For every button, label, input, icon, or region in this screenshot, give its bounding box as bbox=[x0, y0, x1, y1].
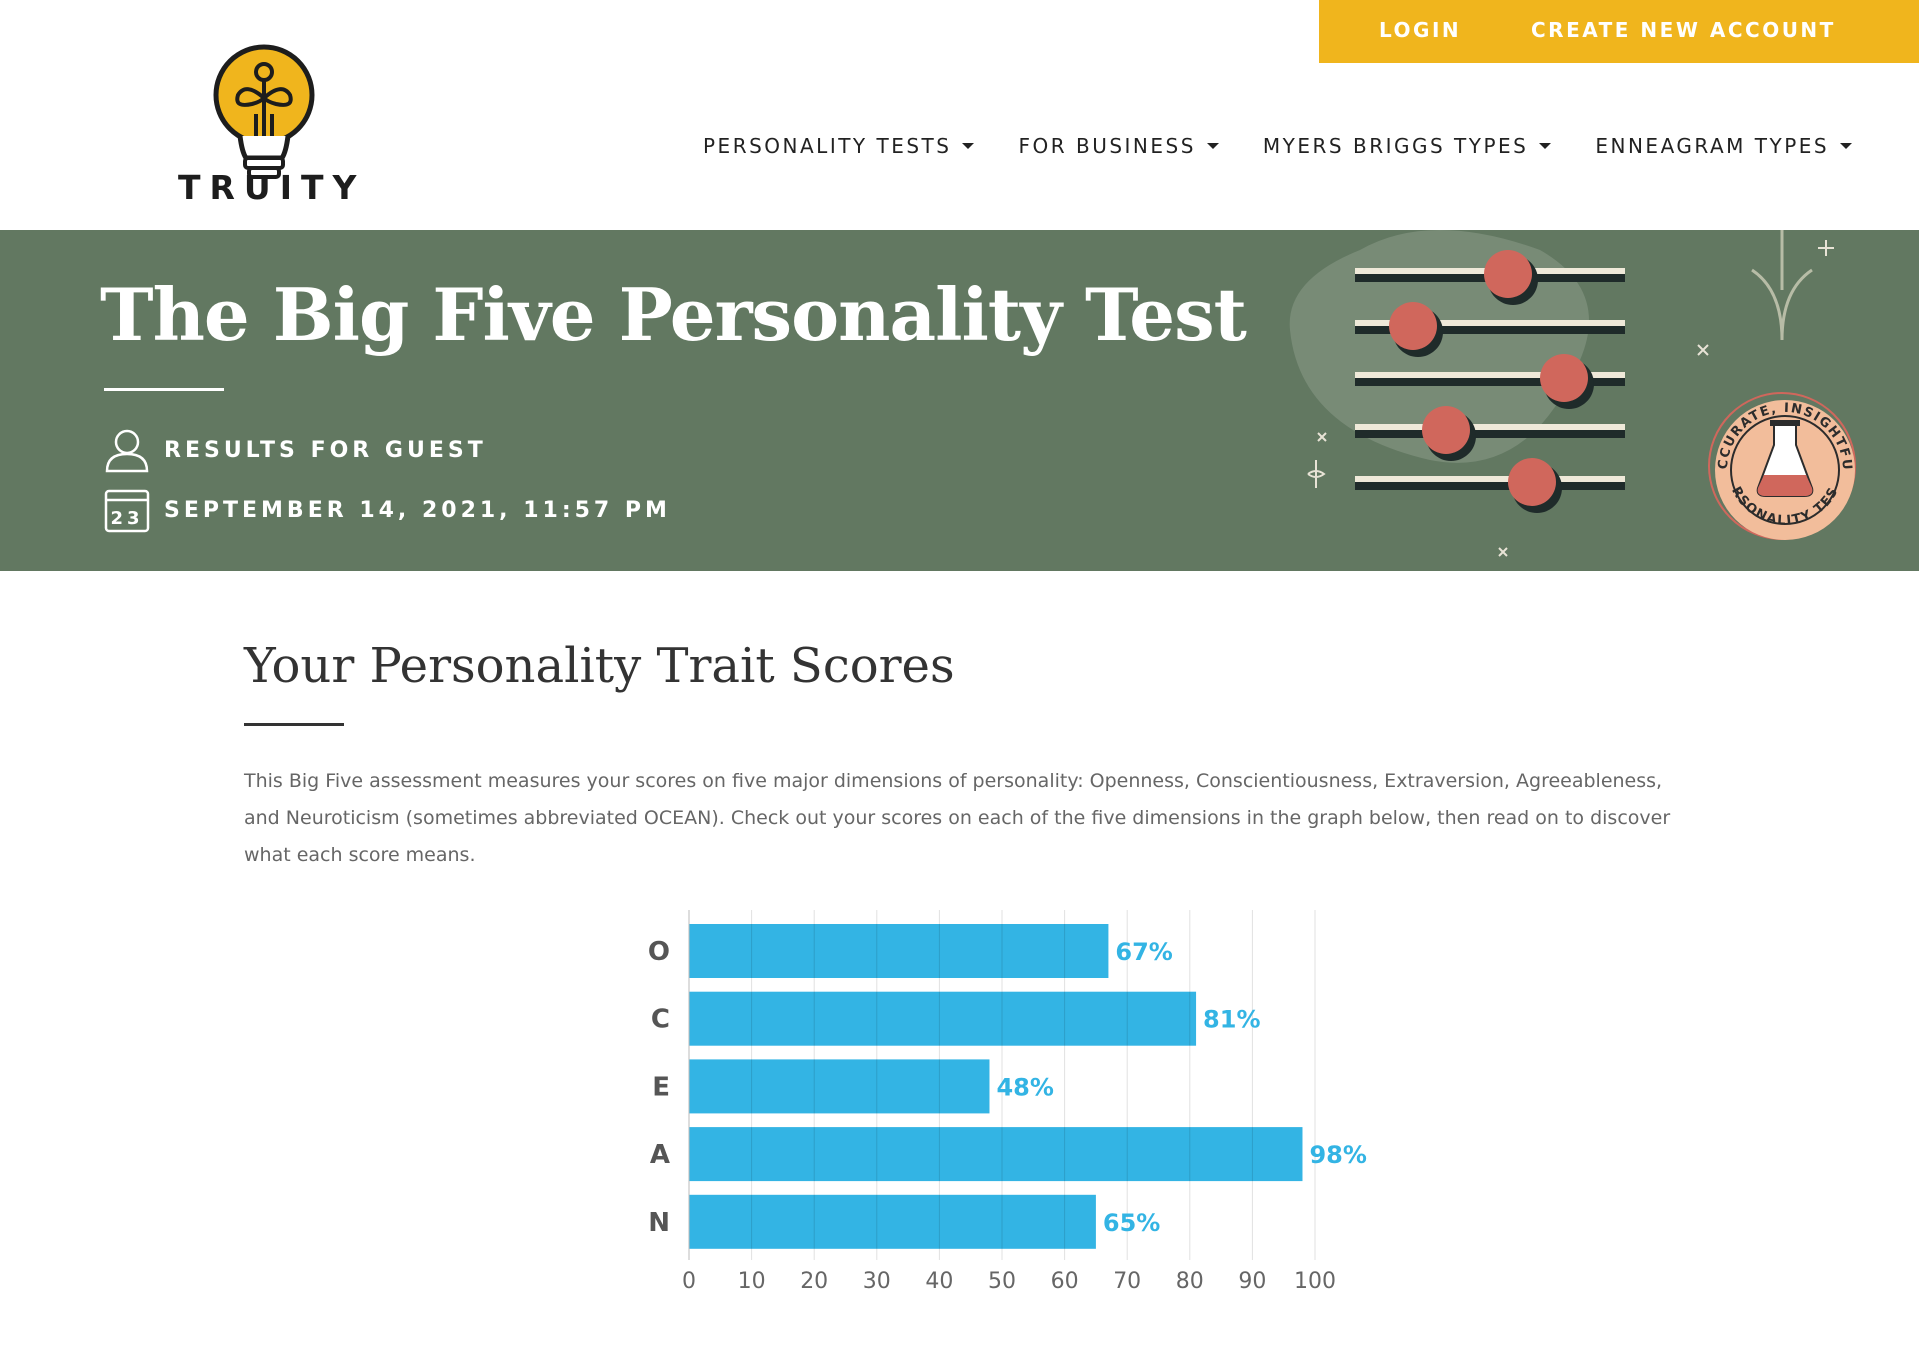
nav-personality-tests[interactable]: PERSONALITY TESTS bbox=[703, 134, 975, 158]
nav-for-business[interactable]: FOR BUSINESS bbox=[1018, 134, 1219, 158]
nav-label: MYERS BRIGGS TYPES bbox=[1262, 134, 1529, 158]
x-tick-label: 10 bbox=[738, 1269, 766, 1294]
bar-n bbox=[689, 1194, 1096, 1249]
x-tick-label: 60 bbox=[1051, 1269, 1079, 1294]
caret-down-icon bbox=[1539, 143, 1552, 149]
caret-down-icon bbox=[962, 143, 975, 149]
create-account-link[interactable]: CREATE NEW ACCOUNT bbox=[1531, 18, 1836, 42]
x-tick-label: 100 bbox=[1294, 1269, 1336, 1294]
page-title: The Big Five Personality Test bbox=[100, 272, 1247, 357]
nav-label: ENNEAGRAM TYPES bbox=[1595, 134, 1830, 158]
intro-paragraph: This Big Five assessment measures your s… bbox=[244, 770, 1671, 866]
nav-myers-briggs-types[interactable]: MYERS BRIGGS TYPES bbox=[1262, 134, 1552, 158]
hero-banner: The Big Five Personality Test RESULTS FO… bbox=[0, 230, 1919, 571]
nav-label: PERSONALITY TESTS bbox=[703, 134, 952, 158]
calendar-day: 23 bbox=[110, 508, 143, 529]
trait-scores-chart: 0 10 20 30 40 50 60 70 80 90 100 O 67% C 81% E 48% A 98% N 6… bbox=[648, 910, 1367, 1294]
user-icon bbox=[105, 429, 149, 473]
x-tick-label: 70 bbox=[1113, 1269, 1141, 1294]
x-tick-label: 50 bbox=[988, 1269, 1016, 1294]
logo-wordmark: TRUITY bbox=[178, 168, 366, 207]
x-tick-label: 80 bbox=[1176, 1269, 1204, 1294]
value-label: 65% bbox=[1103, 1209, 1160, 1237]
account-bar: LOGIN CREATE NEW ACCOUNT bbox=[1319, 0, 1919, 63]
results-date: SEPTEMBER 14, 2021, 11:57 PM bbox=[164, 497, 671, 523]
arrow-down-icon bbox=[1751, 230, 1813, 341]
caret-down-icon bbox=[1840, 143, 1853, 149]
bar-c bbox=[689, 991, 1197, 1046]
bar-a bbox=[689, 1127, 1303, 1182]
category-label: C bbox=[651, 1005, 670, 1035]
results-for-label: RESULTS FOR GUEST bbox=[164, 437, 487, 463]
x-tick-label: 0 bbox=[682, 1269, 696, 1294]
main-nav: PERSONALITY TESTS FOR BUSINESS MYERS BRI… bbox=[703, 134, 1896, 158]
nav-enneagram-types[interactable]: ENNEAGRAM TYPES bbox=[1595, 134, 1853, 158]
title-divider bbox=[104, 388, 224, 391]
bar-e bbox=[689, 1059, 990, 1114]
category-label: O bbox=[648, 937, 670, 967]
value-label: 67% bbox=[1115, 938, 1172, 966]
nav-label: FOR BUSINESS bbox=[1018, 134, 1196, 158]
x-tick-label: 90 bbox=[1238, 1269, 1266, 1294]
value-label: 48% bbox=[996, 1073, 1053, 1101]
x-tick-label: 30 bbox=[863, 1269, 891, 1294]
calendar-icon: 23 bbox=[104, 489, 150, 533]
x-tick-label: 20 bbox=[800, 1269, 828, 1294]
value-label: 98% bbox=[1309, 1141, 1366, 1169]
results-for-row: RESULTS FOR GUEST bbox=[104, 427, 487, 473]
x-tick-label: 40 bbox=[925, 1269, 953, 1294]
login-link[interactable]: LOGIN bbox=[1379, 18, 1461, 42]
date-row: 23 SEPTEMBER 14, 2021, 11:57 PM bbox=[104, 487, 671, 533]
caret-down-icon bbox=[1206, 143, 1219, 149]
section-title: Your Personality Trait Scores bbox=[244, 638, 955, 694]
category-label: E bbox=[652, 1072, 670, 1102]
category-label: A bbox=[650, 1140, 670, 1170]
category-label: N bbox=[648, 1208, 670, 1238]
value-label: 81% bbox=[1203, 1006, 1260, 1034]
hero-illustration: ACCURATE, INSIGHTFUL PERSONALITY TESTS bbox=[1280, 230, 1856, 557]
section-divider bbox=[244, 723, 344, 726]
